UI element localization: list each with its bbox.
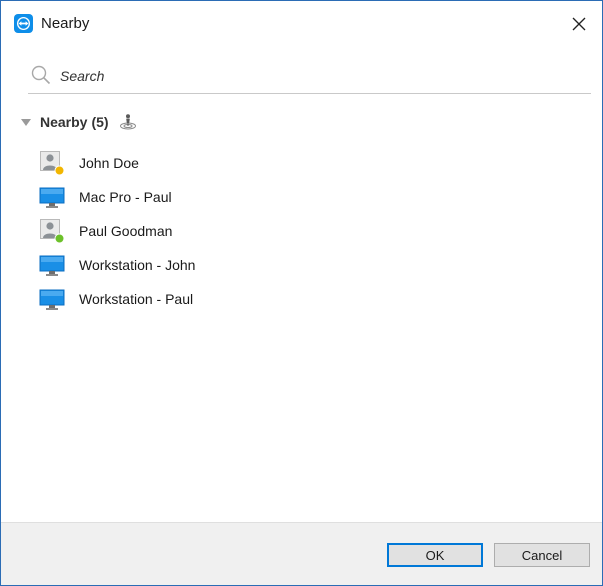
- contact-icon: [40, 219, 65, 244]
- computer-icon: [39, 187, 65, 208]
- nearby-list: John Doe Mac Pro - Paul Paul Goodman Wor…: [39, 146, 579, 316]
- status-away-icon: [54, 165, 65, 176]
- ok-button[interactable]: OK: [387, 543, 483, 567]
- list-item[interactable]: Workstation - Paul: [39, 282, 579, 316]
- group-count: (5): [91, 114, 109, 130]
- list-item[interactable]: Mac Pro - Paul: [39, 180, 579, 214]
- list-item[interactable]: Workstation - John: [39, 248, 579, 282]
- status-online-icon: [54, 233, 65, 244]
- computer-icon: [39, 289, 65, 310]
- nearby-dialog: Nearby Nearby (5): [0, 0, 603, 586]
- list-item-label: Workstation - John: [79, 257, 196, 273]
- list-item-label: Paul Goodman: [79, 223, 173, 239]
- dialog-footer: OK Cancel: [1, 522, 602, 585]
- list-item[interactable]: Paul Goodman: [39, 214, 579, 248]
- list-item-label: John Doe: [79, 155, 139, 171]
- close-icon: [572, 17, 586, 31]
- computer-icon: [39, 255, 65, 276]
- chevron-down-icon[interactable]: [21, 119, 31, 126]
- search-bar: [28, 59, 591, 94]
- close-button[interactable]: [556, 1, 602, 47]
- window-title: Nearby: [41, 15, 90, 32]
- contact-icon: [40, 151, 65, 176]
- teamviewer-icon: [14, 14, 33, 33]
- list-item-label: Mac Pro - Paul: [79, 189, 172, 205]
- group-header-nearby[interactable]: Nearby (5): [21, 111, 137, 133]
- nearby-icon: [119, 114, 136, 130]
- search-icon: [31, 65, 51, 85]
- title-bar: Nearby: [1, 1, 602, 47]
- search-input[interactable]: [60, 65, 580, 87]
- list-item-label: Workstation - Paul: [79, 291, 194, 307]
- cancel-button[interactable]: Cancel: [494, 543, 590, 567]
- list-item[interactable]: John Doe: [39, 146, 579, 180]
- group-title: Nearby: [40, 114, 88, 130]
